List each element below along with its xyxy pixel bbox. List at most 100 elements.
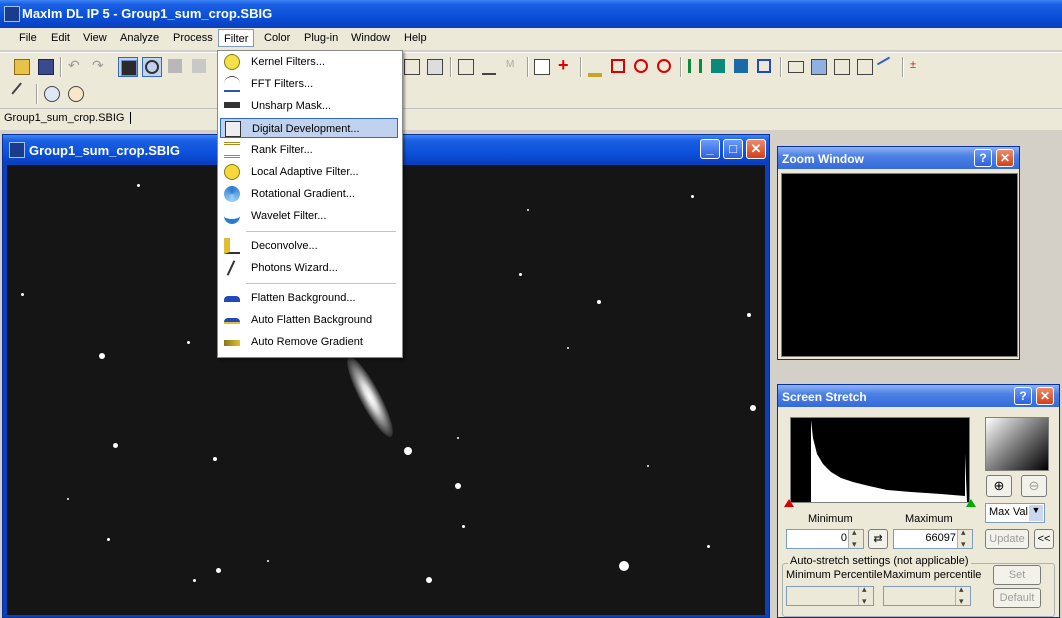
broom-button[interactable] [586, 57, 604, 77]
menu-item-label: Unsharp Mask... [251, 100, 332, 112]
stretch-close-button[interactable]: ✕ [1036, 387, 1054, 405]
menu-color[interactable]: Color [264, 32, 290, 44]
max-percentile-field[interactable] [883, 584, 971, 607]
arithmetic-button[interactable]: ± [908, 57, 926, 75]
tool-button-l[interactable] [809, 57, 827, 75]
menu-item-fft-filters[interactable]: FFT Filters... [220, 74, 398, 94]
max-percentile-spinner[interactable] [955, 584, 970, 607]
min-percentile-spinner[interactable] [858, 584, 873, 607]
menu-item-wavelet-filter[interactable]: Wavelet Filter... [220, 206, 398, 226]
zoom-out-button[interactable]: ⊖ [1021, 475, 1047, 497]
maximum-value-field[interactable]: 66097 [893, 527, 973, 550]
tool-button-e[interactable]: M [504, 57, 522, 75]
minimum-value-field[interactable]: 0 [786, 527, 864, 550]
minimum-marker[interactable] [784, 499, 794, 507]
close-button[interactable]: ✕ [746, 139, 766, 159]
menu-help[interactable]: Help [404, 32, 427, 44]
image-view-button[interactable] [118, 57, 138, 77]
tool-button-b[interactable] [425, 57, 443, 75]
m-icon: M [506, 59, 515, 70]
star [107, 538, 110, 541]
grab-tool-button[interactable] [190, 57, 208, 75]
toolbar-separator [780, 57, 782, 77]
tool-button-c[interactable] [456, 57, 474, 75]
toolbar-separator [580, 57, 582, 77]
screen-stretch-title-bar[interactable]: Screen Stretch ? ✕ [778, 385, 1059, 407]
auto-flatten-icon [224, 318, 240, 324]
chart-button[interactable] [686, 57, 704, 75]
menu-edit[interactable]: Edit [51, 32, 70, 44]
menu-item-photons-wizard[interactable]: Photons Wizard... [220, 258, 398, 278]
tool-button-a[interactable] [402, 57, 420, 75]
default-button[interactable]: Default [993, 588, 1041, 608]
menu-file[interactable]: File [19, 32, 37, 44]
pan-tool-button[interactable] [166, 57, 184, 75]
zoom-close-button[interactable]: ✕ [996, 149, 1014, 167]
menu-item-flatten-background[interactable]: Flatten Background... [220, 288, 398, 308]
undo-button[interactable]: ↶ [66, 57, 84, 75]
undo-icon: ↶ [68, 57, 80, 73]
wand-button[interactable] [11, 82, 33, 104]
min-percentile-field[interactable] [786, 584, 874, 607]
tool-button-n[interactable] [855, 57, 873, 75]
document-tab[interactable]: Group1_sum_crop.SBIG [4, 112, 132, 124]
menu-item-digital-development[interactable]: Digital Development... [220, 118, 398, 138]
rectangle-button[interactable] [755, 57, 773, 75]
tool-button-f[interactable] [609, 57, 627, 75]
maxim-app-icon [4, 6, 20, 22]
minimum-label: Minimum [808, 513, 853, 525]
menu-item-local-adaptive-filter[interactable]: Local Adaptive Filter... [220, 162, 398, 182]
menu-item-unsharp-mask[interactable]: Unsharp Mask... [220, 96, 398, 116]
menu-plugin[interactable]: Plug-in [304, 32, 338, 44]
update-button[interactable]: Update [985, 529, 1029, 549]
tool-button-j[interactable] [732, 57, 750, 75]
menu-item-kernel-filters[interactable]: Kernel Filters... [220, 52, 398, 72]
minimum-spinner[interactable] [848, 527, 863, 550]
maximum-spinner[interactable] [957, 527, 972, 550]
maximum-marker[interactable] [966, 499, 976, 507]
menu-item-deconvolve[interactable]: Deconvolve... [220, 236, 398, 256]
stretch-help-button[interactable]: ? [1014, 387, 1032, 405]
star [216, 568, 221, 573]
stretch-mode-select[interactable]: Max Val ▼ [985, 503, 1045, 523]
add-button[interactable]: + [556, 56, 574, 75]
curve-button[interactable] [876, 56, 898, 78]
menu-item-auto-remove-gradient[interactable]: Auto Remove Gradient [220, 332, 398, 352]
help-icon: ? [979, 151, 987, 165]
tool-button-d[interactable] [480, 57, 498, 75]
crosshair-button[interactable] [142, 57, 162, 77]
observatory-button[interactable] [42, 84, 60, 102]
open-file-button[interactable] [12, 57, 30, 75]
set-button[interactable]: Set [993, 565, 1041, 585]
tool-button-g[interactable] [632, 57, 650, 75]
menu-view[interactable]: View [83, 32, 107, 44]
swap-button[interactable]: ⇄ [868, 529, 888, 549]
minimize-button[interactable]: _ [700, 139, 720, 159]
star [137, 184, 140, 187]
menu-analyze[interactable]: Analyze [120, 32, 159, 44]
menu-window[interactable]: Window [351, 32, 390, 44]
zoom-help-button[interactable]: ? [974, 149, 992, 167]
menu-item-label: Kernel Filters... [251, 56, 325, 68]
zoom-window-title-bar[interactable]: Zoom Window ? ✕ [778, 147, 1019, 169]
save-file-button[interactable] [36, 57, 54, 75]
menu-process[interactable]: Process [173, 32, 213, 44]
menu-item-label: FFT Filters... [251, 78, 314, 90]
screen-stretch-title: Screen Stretch [782, 390, 867, 404]
tool-button-k[interactable] [786, 57, 804, 75]
zoom-in-button[interactable]: ⊕ [986, 475, 1012, 497]
tool-button-i[interactable] [709, 57, 727, 75]
collapse-button[interactable]: << [1034, 529, 1054, 549]
tool-button-h[interactable] [655, 57, 673, 75]
redo-button[interactable]: ↷ [90, 57, 108, 75]
menu-item-auto-flatten-background[interactable]: Auto Flatten Background [220, 310, 398, 330]
plus-minus-icon: ± [910, 59, 917, 71]
histogram[interactable] [790, 417, 970, 503]
maximize-button[interactable]: □ [723, 139, 743, 159]
tool-button-m[interactable] [832, 57, 850, 75]
menu-item-rank-filter[interactable]: Rank Filter... [220, 140, 398, 160]
menu-filter[interactable]: Filter [218, 29, 255, 47]
menu-item-rotational-gradient[interactable]: Rotational Gradient... [220, 184, 398, 204]
copy-button[interactable] [532, 57, 550, 75]
telescope-button[interactable] [66, 84, 84, 102]
